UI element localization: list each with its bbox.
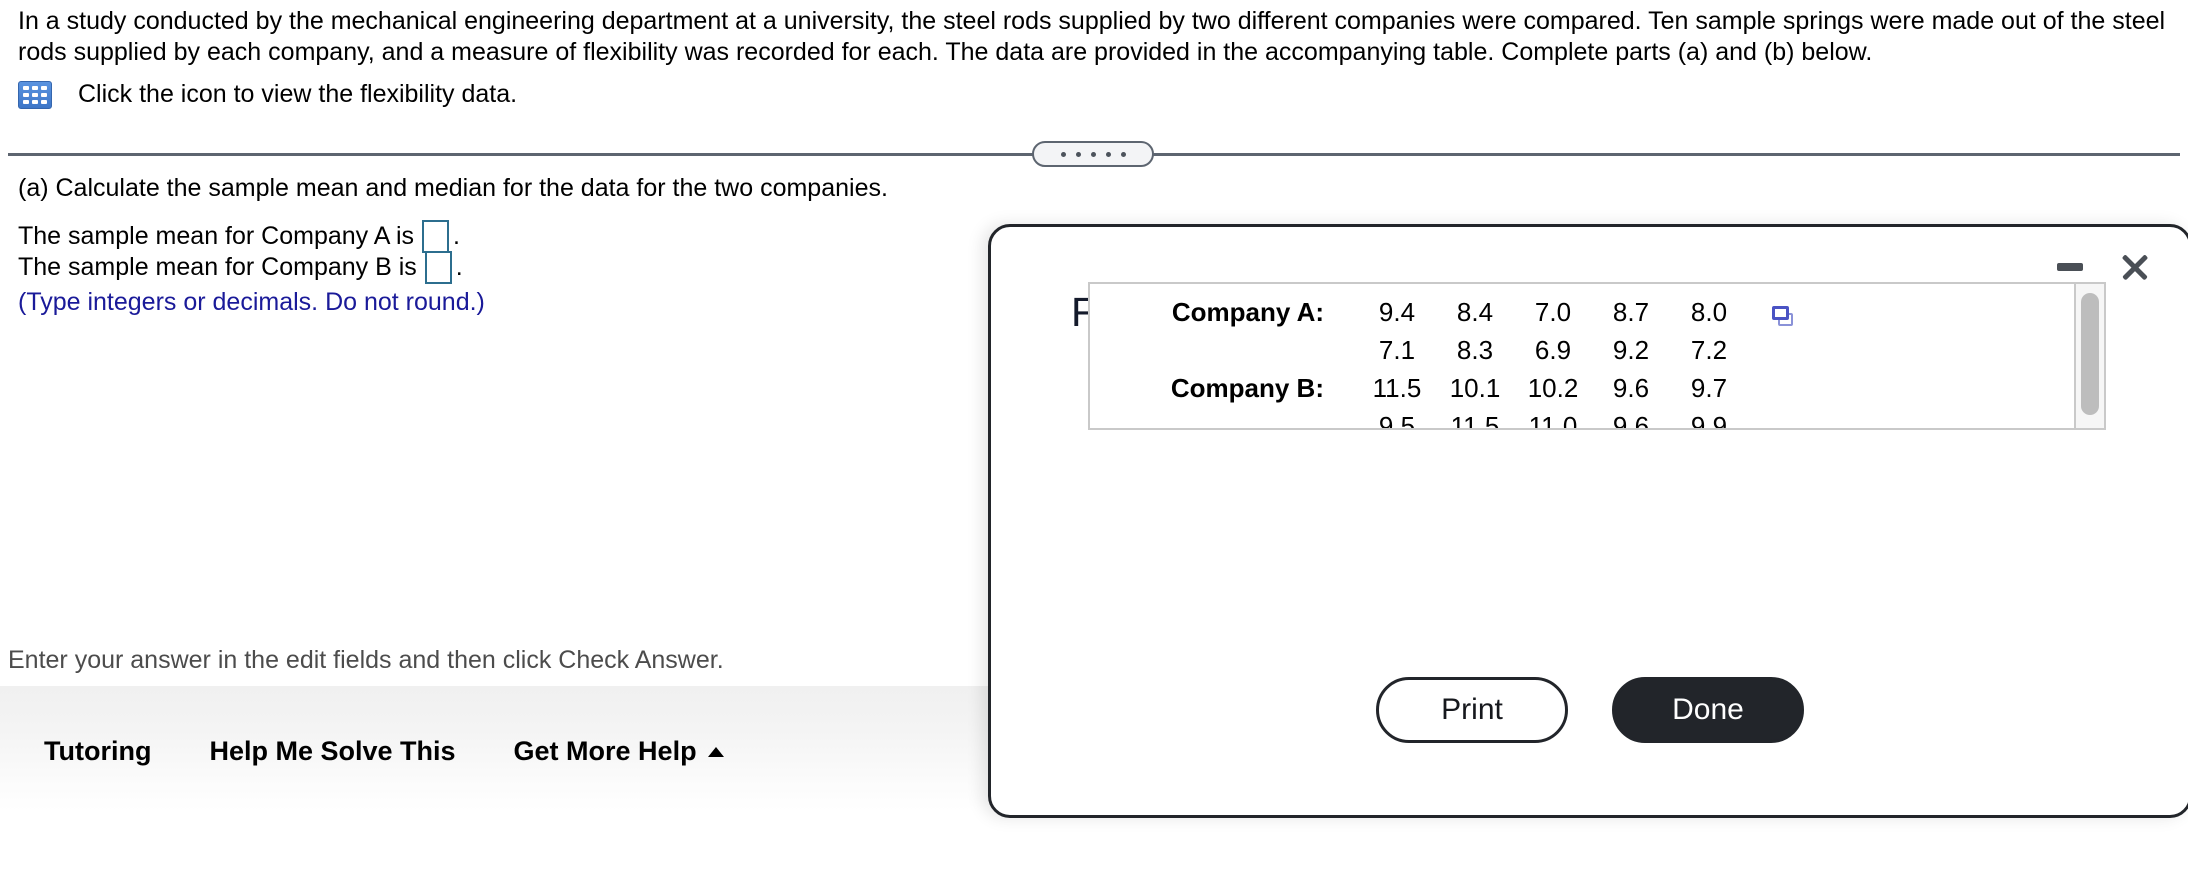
row-label — [1148, 407, 1358, 428]
close-icon[interactable] — [2119, 251, 2151, 283]
cell: 11.5 — [1450, 410, 1500, 430]
print-button[interactable]: Print — [1376, 677, 1568, 743]
cell: 7.2 — [1690, 334, 1728, 365]
table-row: Company B: 11.5 10.1 10.2 9.6 9.7 — [1148, 369, 1748, 407]
part-a-prompt: (a) Calculate the sample mean and median… — [18, 174, 888, 202]
table-row: 7.1 8.3 6.9 9.2 7.2 — [1148, 331, 1748, 369]
cell: 9.6 — [1612, 372, 1650, 403]
get-more-help-label: Get More Help — [513, 736, 697, 766]
row-label — [1148, 331, 1358, 369]
answer-row-company-a: The sample mean for Company A is . — [18, 220, 460, 253]
dialog-window-controls — [2057, 251, 2151, 283]
row-label: Company A: — [1171, 296, 1324, 327]
table-row: 9.5 11.5 11.0 9.6 9.9 — [1148, 407, 1748, 430]
flexibility-data-icon-row[interactable]: Click the icon to view the flexibility d… — [18, 80, 517, 109]
answer-input-company-b[interactable] — [424, 251, 452, 284]
table-grid-icon[interactable] — [18, 80, 52, 109]
answer-row-company-b: The sample mean for Company B is . — [18, 251, 463, 284]
done-button[interactable]: Done — [1612, 677, 1804, 743]
help-me-solve-this-label: Help Me Solve This — [209, 736, 456, 766]
cell: 9.7 — [1690, 372, 1728, 403]
minimize-icon[interactable] — [2057, 263, 2083, 271]
copy-icon[interactable] — [1772, 306, 1796, 328]
enter-answer-hint: Enter your answer in the edit fields and… — [8, 646, 724, 674]
cell: 10.2 — [1527, 372, 1579, 403]
table-row: Company A: 9.4 8.4 7.0 8.7 8.0 — [1148, 293, 1748, 331]
answer-period-company-b: . — [455, 253, 463, 281]
answer-label-company-a: The sample mean for Company A is — [18, 222, 415, 250]
divider-drag-handle[interactable] — [1032, 141, 1154, 167]
cell: 8.0 — [1690, 296, 1728, 327]
help-me-solve-this-button[interactable]: Help Me Solve This — [209, 736, 455, 767]
cell: 9.2 — [1612, 334, 1650, 365]
tutoring-button[interactable]: Tutoring — [44, 736, 151, 767]
answer-period-company-a: . — [453, 222, 460, 250]
cell: 10.1 — [1449, 372, 1501, 403]
cell: 9.9 — [1690, 410, 1728, 430]
data-panel: Company A: 9.4 8.4 7.0 8.7 8.0 7.1 8.3 6… — [1088, 282, 2106, 430]
answer-input-company-a[interactable] — [422, 220, 450, 253]
cell: 7.0 — [1534, 296, 1572, 327]
answer-label-company-b: The sample mean for Company B is — [18, 253, 417, 281]
rounding-note: (Type integers or decimals. Do not round… — [18, 288, 485, 316]
data-panel-scrollbar[interactable] — [2074, 284, 2104, 428]
cell: 8.3 — [1456, 334, 1494, 365]
caret-up-icon — [707, 746, 724, 757]
cell: 11.0 — [1528, 410, 1578, 430]
cell: 7.1 — [1378, 334, 1416, 365]
cell: 9.4 — [1378, 296, 1416, 327]
get-more-help-button[interactable]: Get More Help — [514, 736, 724, 767]
row-label: Company B: — [1170, 372, 1324, 403]
flexibility-data-table: Company A: 9.4 8.4 7.0 8.7 8.0 7.1 8.3 6… — [1148, 293, 1748, 430]
icon-instruction-label: Click the icon to view the flexibility d… — [78, 80, 518, 108]
cell: 6.9 — [1534, 334, 1572, 365]
flexibility-data-dialog: Flexibility of Springs Company A: 9.4 8.… — [988, 224, 2188, 818]
tutoring-label: Tutoring — [44, 736, 152, 766]
cell: 9.6 — [1612, 410, 1650, 430]
cell: 8.7 — [1612, 296, 1650, 327]
cell: 9.5 — [1378, 410, 1416, 430]
cell: 8.4 — [1456, 296, 1494, 327]
dialog-actions: Print Done — [991, 677, 2188, 743]
scrollbar-thumb[interactable] — [2081, 293, 2099, 415]
cell: 11.5 — [1372, 372, 1422, 403]
section-divider — [0, 141, 2188, 167]
problem-statement: In a study conducted by the mechanical e… — [18, 7, 2166, 66]
